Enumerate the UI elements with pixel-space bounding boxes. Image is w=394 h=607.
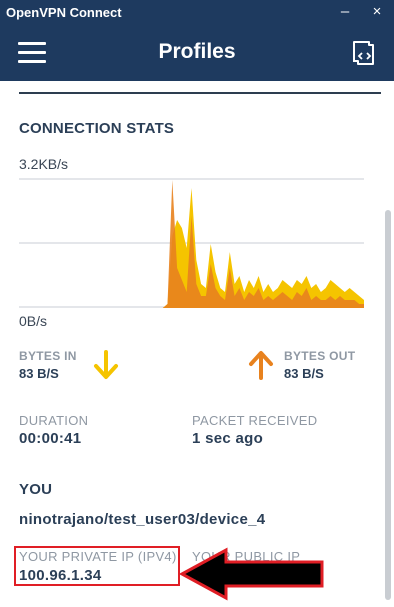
highlight-box xyxy=(14,546,180,586)
bytes-in-value: 83 B/S xyxy=(19,366,59,381)
window-title: OpenVPN Connect xyxy=(6,5,122,20)
import-profile-icon[interactable] xyxy=(348,39,376,67)
you-section-title: YOU xyxy=(19,481,53,498)
connection-stats-title: CONNECTION STATS xyxy=(19,120,175,137)
profile-name: ninotrajano/test_user03/device_4 xyxy=(19,511,266,528)
scrollbar-thumb[interactable] xyxy=(385,210,391,600)
divider xyxy=(19,92,381,94)
arrow-up-icon xyxy=(249,351,273,380)
duration-value: 00:00:41 xyxy=(19,430,82,447)
traffic-chart xyxy=(19,178,364,308)
packet-received-label: PACKET RECEIVED xyxy=(192,413,318,428)
chart-min-label: 0B/s xyxy=(19,313,48,329)
bytes-in-label: BYTES IN xyxy=(19,349,77,363)
arrow-down-icon xyxy=(94,350,118,379)
app-header: Profiles xyxy=(0,25,394,81)
packet-received-value: 1 sec ago xyxy=(192,430,264,447)
bytes-out-label: BYTES OUT xyxy=(284,349,356,363)
minimize-button[interactable]: – xyxy=(334,2,356,22)
bytes-out-value: 83 B/S xyxy=(284,366,324,381)
page-title: Profiles xyxy=(158,40,236,63)
window-titlebar: OpenVPN Connect – × xyxy=(0,0,394,25)
close-button[interactable]: × xyxy=(366,2,388,22)
chart-max-label: 3.2KB/s xyxy=(19,156,69,172)
duration-label: DURATION xyxy=(19,413,89,428)
annotation-arrow-icon xyxy=(180,547,324,601)
